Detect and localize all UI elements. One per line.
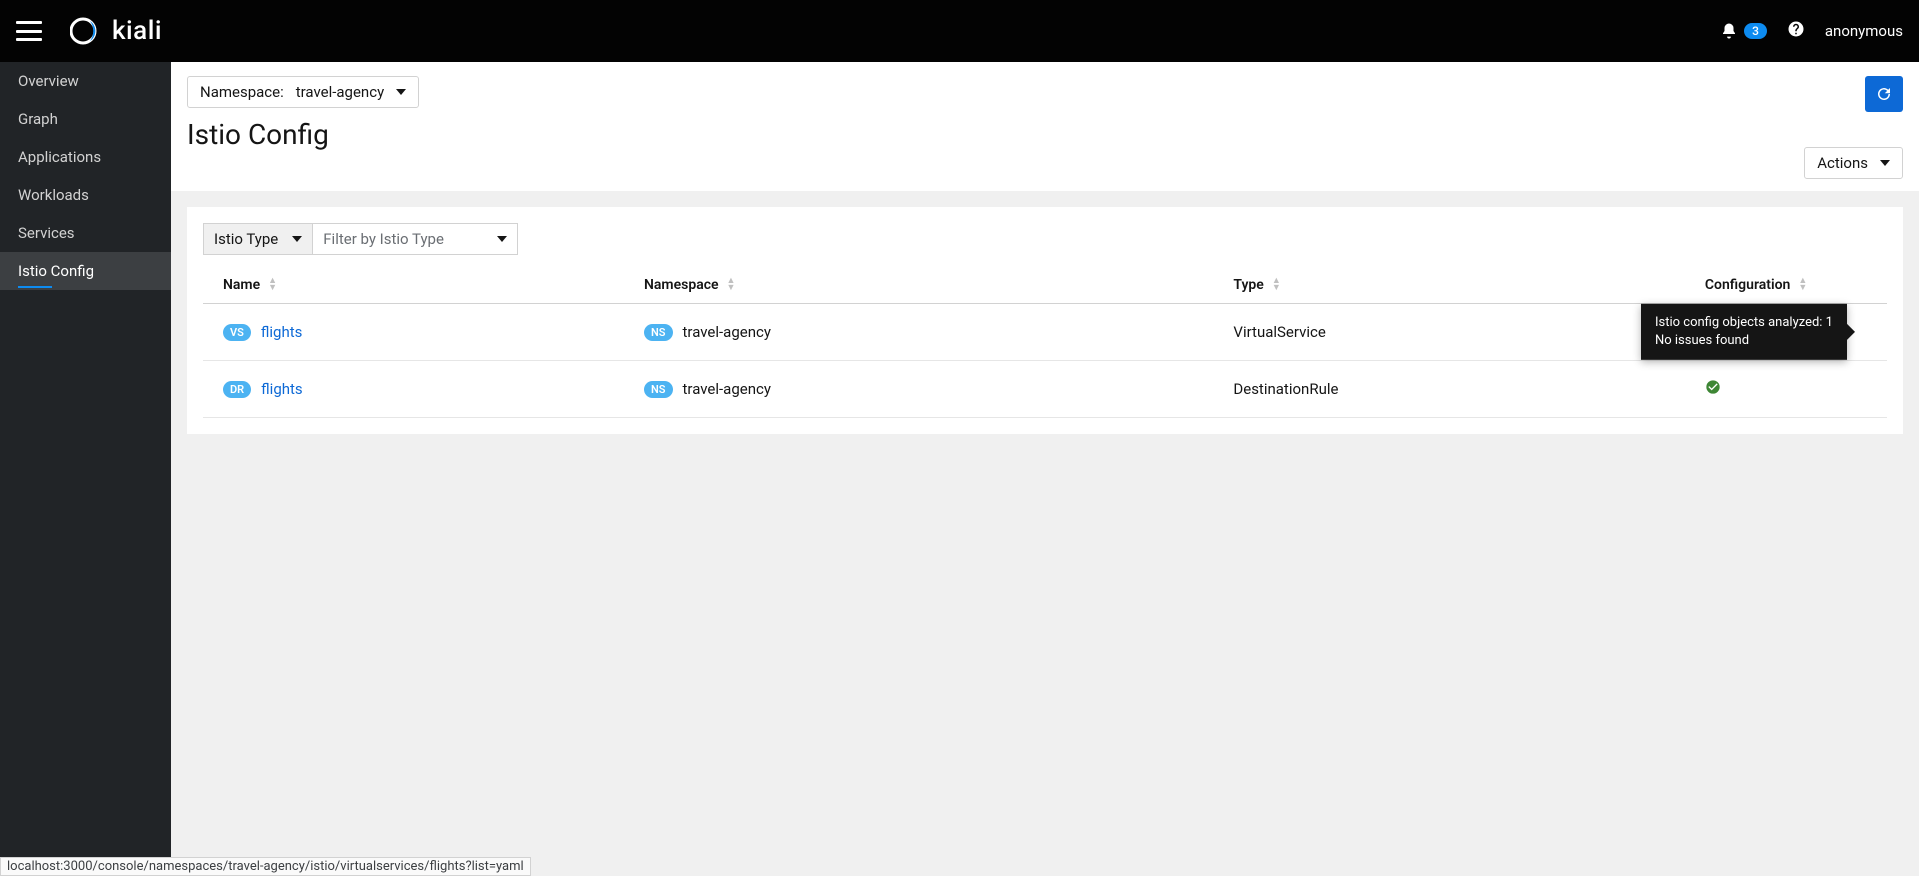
filter-value-selector[interactable]: Filter by Istio Type [313,223,518,255]
cell-configuration: Istio config objects analyzed: 1No issue… [1685,304,1887,361]
type-badge: DR [223,381,251,398]
namespace-badge: NS [644,324,673,341]
brand[interactable]: kiali [70,16,162,46]
status-bar: localhost:3000/console/namespaces/travel… [0,857,531,876]
cell-namespace: NS travel-agency [624,304,1213,361]
page-header: Namespace: travel-agency Istio Config Ac… [171,62,1919,191]
help-button[interactable] [1787,20,1805,42]
type-badge: VS [223,324,251,341]
sort-icon: ▲▼ [1798,278,1807,292]
namespace-label: Namespace: [200,83,284,101]
namespace-text: travel-agency [683,323,771,341]
notifications-button[interactable]: 3 [1720,22,1767,40]
sidebar-item-istio-config[interactable]: Istio Config [0,252,171,290]
config-table: Name▲▼ Namespace▲▼ Type▲▼ Configuration▲… [203,267,1887,418]
main-content: Namespace: travel-agency Istio Config Ac… [171,62,1919,876]
sidebar-item-applications[interactable]: Applications [0,138,171,176]
column-header-type[interactable]: Type▲▼ [1213,267,1685,304]
namespace-badge: NS [644,381,673,398]
filter-type-selector[interactable]: Istio Type [203,223,313,255]
brand-text: kiali [112,16,162,46]
cell-namespace: NS travel-agency [624,361,1213,418]
bell-icon [1720,22,1738,40]
config-name-link[interactable]: flights [261,323,303,341]
masthead-toolbar: 3 anonymous [1720,20,1903,42]
user-menu[interactable]: anonymous [1825,22,1903,40]
sidebar-item-workloads[interactable]: Workloads [0,176,171,214]
cell-name: VS flights [203,304,624,361]
validation-tooltip: Istio config objects analyzed: 1No issue… [1641,304,1847,360]
cell-configuration [1685,361,1887,418]
column-header-configuration[interactable]: Configuration▲▼ [1685,267,1887,304]
namespace-text: travel-agency [683,380,771,398]
check-circle-icon [1705,379,1721,395]
cell-type: VirtualService [1213,304,1685,361]
filter-toolbar: Istio Type Filter by Istio Type [203,223,1887,255]
filter-type-label: Istio Type [214,230,278,248]
sidebar-item-graph[interactable]: Graph [0,100,171,138]
actions-menu-button[interactable]: Actions [1804,147,1903,179]
masthead: kiali 3 anonymous [0,0,1919,62]
namespace-selector[interactable]: Namespace: travel-agency [187,76,419,108]
content-card: Istio Type Filter by Istio Type Name▲▼ [187,207,1903,434]
notification-count-badge: 3 [1744,23,1767,39]
filter-placeholder: Filter by Istio Type [323,230,444,248]
chevron-down-icon [1880,160,1890,166]
sort-icon: ▲▼ [268,278,277,292]
table-row: VS flights NS travel-agency VirtualServiceIs… [203,304,1887,361]
sidebar-item-services[interactable]: Services [0,214,171,252]
column-header-name[interactable]: Name▲▼ [203,267,624,304]
cell-name: DR flights [203,361,624,418]
chevron-down-icon [396,89,406,95]
refresh-icon [1875,85,1893,103]
sort-icon: ▲▼ [727,278,736,292]
config-name-link[interactable]: flights [261,380,303,398]
namespace-value: travel-agency [296,83,384,101]
chevron-down-icon [497,236,507,242]
sidebar-item-overview[interactable]: Overview [0,62,171,100]
chevron-down-icon [292,236,302,242]
sort-icon: ▲▼ [1272,278,1281,292]
kiali-logo-icon [70,17,104,45]
column-header-namespace[interactable]: Namespace▲▼ [624,267,1213,304]
help-icon [1787,20,1805,38]
cell-type: DestinationRule [1213,361,1685,418]
sidebar-nav: Overview Graph Applications Workloads Se… [0,62,171,876]
actions-label: Actions [1817,154,1868,172]
refresh-button[interactable] [1865,76,1903,112]
menu-toggle-button[interactable] [16,21,42,41]
table-row: DR flights NS travel-agency DestinationRule [203,361,1887,418]
